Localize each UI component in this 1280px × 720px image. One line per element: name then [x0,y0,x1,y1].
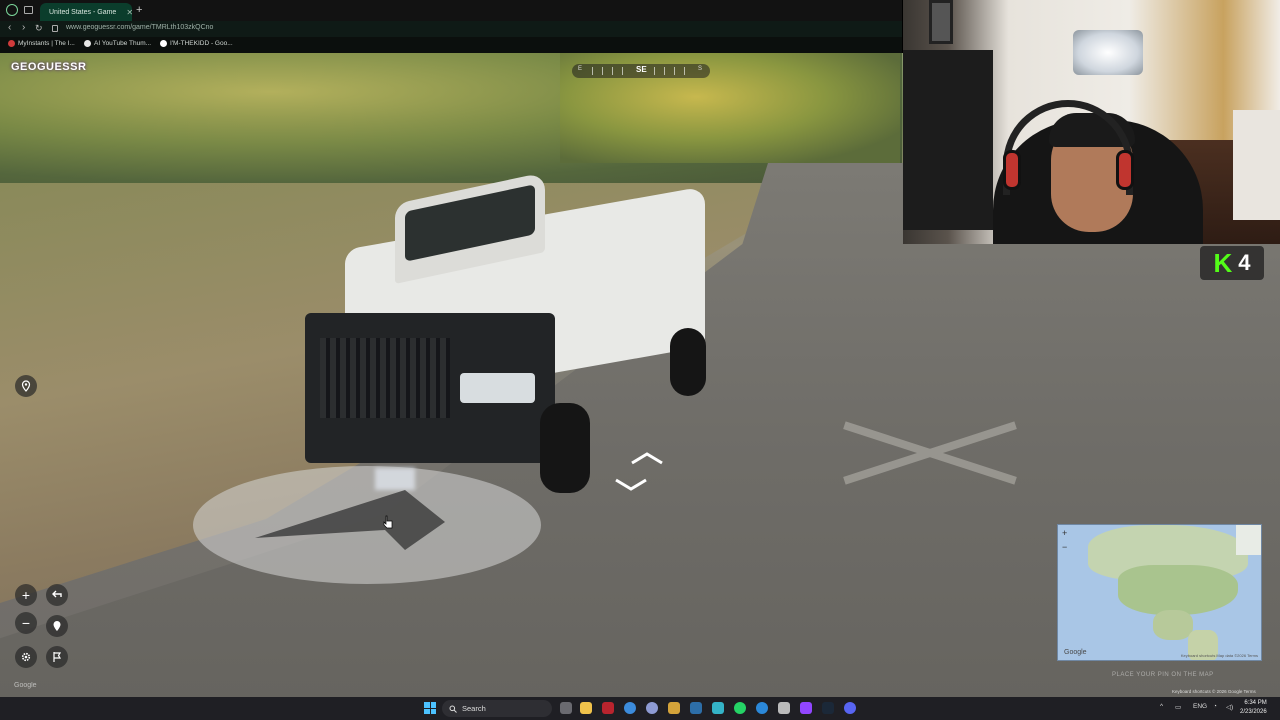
discord-icon[interactable] [844,702,856,714]
address-bar: ‹ › ↻ www.geoguessr.com/game/TMRLth103zk… [0,21,902,37]
road-crosshair-marker [840,421,1020,485]
flag-icon [53,652,62,662]
myinstants-icon [8,40,15,47]
bookmark-ai-thumbnails[interactable]: AI YouTube Thum... [84,40,151,47]
browser-tabbar: United States - Game ✕ + [0,0,902,21]
geoguessr-logo[interactable]: GEOGUESSR [11,61,86,73]
zoom-in-button[interactable]: + [15,584,37,606]
google-icon [160,40,167,47]
bookmark-google[interactable]: I'M-THEKIDD - Goo... [160,40,233,47]
compass-heading: SE [636,65,647,74]
map-pin-toggle-button[interactable] [15,375,37,397]
streetview-attribution[interactable]: Keyboard shortcuts © 2026 Google Terms [1172,689,1256,694]
browser-profile-icon[interactable] [6,4,18,16]
file-explorer-icon[interactable] [580,702,592,714]
lock-icon [52,25,58,32]
tab-geoguessr[interactable]: United States - Game ✕ [40,3,133,21]
map-google-logo: Google [1064,649,1087,656]
app-icon[interactable] [756,702,768,714]
app-icon[interactable] [690,702,702,714]
app-icon[interactable] [646,702,658,714]
search-label: Search [462,704,486,713]
movement-arrow-icon[interactable] [255,490,445,550]
app-icon[interactable] [602,702,614,714]
bookmarks-bar: MyInstants | The I... AI YouTube Thum...… [0,37,902,53]
place-guess-hint: PLACE YOUR PIN ON THE MAP [1112,672,1214,678]
tab-title: United States - Game [49,8,117,16]
flag-button[interactable] [46,646,68,668]
zoom-out-button[interactable]: − [15,612,37,634]
screen: United States - Game ✕ + ‹ › ↻ www.geogu… [0,0,1280,720]
tray-icon[interactable]: ▭ [1175,703,1181,711]
close-icon[interactable]: ✕ [126,8,133,17]
new-tab-button[interactable]: + [136,4,142,16]
language-indicator[interactable]: ENG [1193,703,1207,710]
viewer-count: 4 [1238,250,1251,275]
streetview-google-logo: Google [14,682,37,689]
bookmark-label: AI YouTube Thum... [94,40,152,47]
undo-arrow-icon [52,590,62,598]
pin-icon [21,380,31,392]
browser-icon[interactable] [624,702,636,714]
minus-icon: − [21,615,31,631]
kick-viewer-badge: K 4 [1200,246,1264,280]
navigation-chevron-icon[interactable] [630,451,664,465]
search-icon [449,705,457,713]
guess-minimap[interactable]: + − Google Keyboard shortcuts Map data ©… [1057,524,1262,661]
kick-logo-icon: K [1213,248,1233,278]
plus-icon: + [21,587,31,603]
bookmark-label: MyInstants | The I... [18,40,75,47]
map-attribution[interactable]: Keyboard shortcuts Map data ©2026 Terms [1181,653,1258,658]
undo-move-button[interactable] [46,584,68,606]
compass-mark: E [578,66,583,72]
settings-button[interactable] [15,646,37,668]
app-icon[interactable] [778,702,790,714]
volume-icon[interactable]: ◁) [1226,703,1233,711]
bookmark-icon [84,40,91,47]
bookmark-label: I'M-THEKIDD - Goo... [170,40,233,47]
twitch-icon[interactable] [800,702,812,714]
ring-light [1073,30,1143,75]
steam-icon[interactable] [822,702,834,714]
clock-date: 2/23/2026 [1240,709,1267,715]
clock-time: 6:34 PM [1244,700,1267,706]
compass-mark: S [698,66,703,72]
bookmark-myinstants[interactable]: MyInstants | The I... [8,40,75,47]
hand-cursor-icon [383,515,393,529]
forward-arrow-icon[interactable]: › [22,22,25,33]
return-to-start-button[interactable] [46,615,68,637]
navigation-chevron-icon[interactable] [614,477,648,491]
windows-taskbar: Search ^ ▭ ENG ◔ ◁) 6:34 PM 2/23/2026 [0,697,1280,720]
url-field[interactable]: www.geoguessr.com/game/TMRLth103zkQCno [66,24,213,31]
gear-icon [21,652,31,662]
tab-overview-icon[interactable] [24,6,33,14]
task-view-icon[interactable] [560,702,572,714]
logo-text: GEOGUESSR [11,61,87,73]
location-pin-icon [53,621,61,631]
system-clock[interactable]: 6:34 PM 2/23/2026 [1240,699,1267,717]
back-arrow-icon[interactable]: ‹ [8,22,11,33]
whatsapp-icon[interactable] [734,702,746,714]
map-zoom-in-button[interactable]: + [1062,528,1067,538]
wifi-icon[interactable]: ◔ [1213,703,1217,710]
reload-icon[interactable]: ↻ [35,23,43,34]
compass-strip: E SE S [572,64,710,78]
app-icon[interactable] [712,702,724,714]
taskbar-search[interactable]: Search [442,700,552,717]
tray-chevron-icon[interactable]: ^ [1160,703,1163,710]
webcam-overlay [903,0,1280,244]
app-icon[interactable] [668,702,680,714]
map-zoom-out-button[interactable]: − [1062,542,1067,552]
windows-start-icon[interactable] [424,702,436,714]
